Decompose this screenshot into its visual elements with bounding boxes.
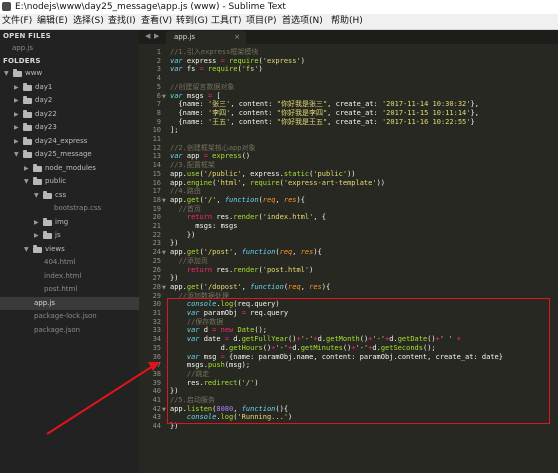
annotation-arrow-icon	[46, 362, 160, 435]
